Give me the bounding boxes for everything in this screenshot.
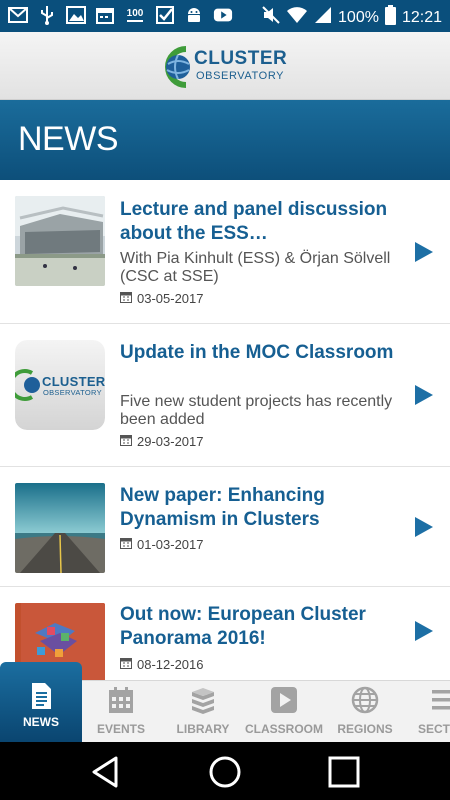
calendar-icon	[107, 686, 135, 714]
news-date: 01-03-2017	[120, 537, 204, 552]
news-list[interactable]: Lecture and panel discussion about the E…	[0, 180, 450, 742]
back-icon[interactable]	[88, 754, 124, 790]
news-subtitle: Five new student projects has recently b…	[120, 393, 393, 428]
calendar-icon	[120, 434, 132, 449]
page-header: NEWS	[0, 100, 450, 180]
home-icon[interactable]	[207, 754, 243, 790]
news-title: New paper: Enhancing Dynamism in Cluster…	[120, 485, 325, 530]
usb-icon	[37, 5, 57, 25]
news-item[interactable]: CLUSTER OBSERVATORY Update in the MOC Cl…	[0, 324, 450, 467]
tab-classroom[interactable]: CLASSROOM	[243, 680, 325, 742]
news-item[interactable]: Lecture and panel discussion about the E…	[0, 180, 450, 324]
globe-icon	[351, 686, 379, 714]
news-title: Lecture and panel discussion about the E…	[120, 199, 388, 244]
signal-icon	[314, 6, 332, 29]
badge-100-icon: 100	[124, 5, 146, 25]
battery-level: 100%	[338, 8, 379, 26]
news-thumbnail: CLUSTER OBSERVATORY	[15, 340, 105, 430]
android-icon	[184, 5, 204, 25]
news-thumbnail	[15, 483, 105, 573]
play-icon	[270, 686, 298, 714]
bottom-tab-bar: NEWS EVENTS LIBRARY CLASSROOM REGIONS SE…	[0, 662, 450, 742]
tab-sectors[interactable]: SECT	[404, 680, 450, 742]
news-date: 29-03-2017	[120, 434, 204, 449]
gmail-icon	[8, 5, 28, 25]
news-subtitle: With Pia Kinhult (ESS) & Örjan Sölvell (…	[120, 250, 391, 285]
youtube-icon	[213, 5, 233, 25]
mute-icon	[262, 6, 280, 29]
thumb-logo-line1: CLUSTER	[42, 374, 105, 389]
calendar-icon	[120, 537, 132, 552]
news-item[interactable]: New paper: Enhancing Dynamism in Cluster…	[0, 467, 450, 587]
menu-icon	[430, 686, 450, 714]
tab-events[interactable]: EVENTS	[80, 680, 162, 742]
tab-library[interactable]: LIBRARY	[162, 680, 244, 742]
check-icon	[155, 5, 175, 25]
document-icon	[27, 682, 55, 710]
open-arrow-icon[interactable]	[415, 517, 433, 537]
tab-news[interactable]: NEWS	[0, 662, 82, 742]
cluster-observatory-logo: CLUSTER OBSERVATORY	[160, 42, 295, 92]
recents-icon[interactable]	[326, 754, 362, 790]
status-bar: 100 100% 12:21	[0, 0, 450, 32]
system-nav-bar	[0, 742, 450, 800]
open-arrow-icon[interactable]	[415, 385, 433, 405]
page-title: NEWS	[18, 120, 119, 158]
tab-regions[interactable]: REGIONS	[324, 680, 406, 742]
clock: 12:21	[401, 8, 442, 26]
news-title: Out now: European Cluster Panorama 2016!	[120, 604, 366, 649]
image-icon	[66, 5, 86, 25]
open-arrow-icon[interactable]	[415, 242, 433, 262]
news-title: Update in the MOC Classroom	[120, 342, 394, 363]
calendar-icon	[95, 5, 115, 25]
app-header: CLUSTER OBSERVATORY	[0, 32, 450, 100]
news-date: 03-05-2017	[120, 291, 204, 306]
thumb-logo-line2: OBSERVATORY	[43, 388, 102, 397]
news-thumbnail	[15, 196, 105, 286]
open-arrow-icon[interactable]	[415, 621, 433, 641]
calendar-icon	[120, 291, 132, 306]
wifi-icon	[286, 6, 308, 29]
books-icon	[189, 686, 217, 714]
battery-icon	[384, 5, 396, 30]
